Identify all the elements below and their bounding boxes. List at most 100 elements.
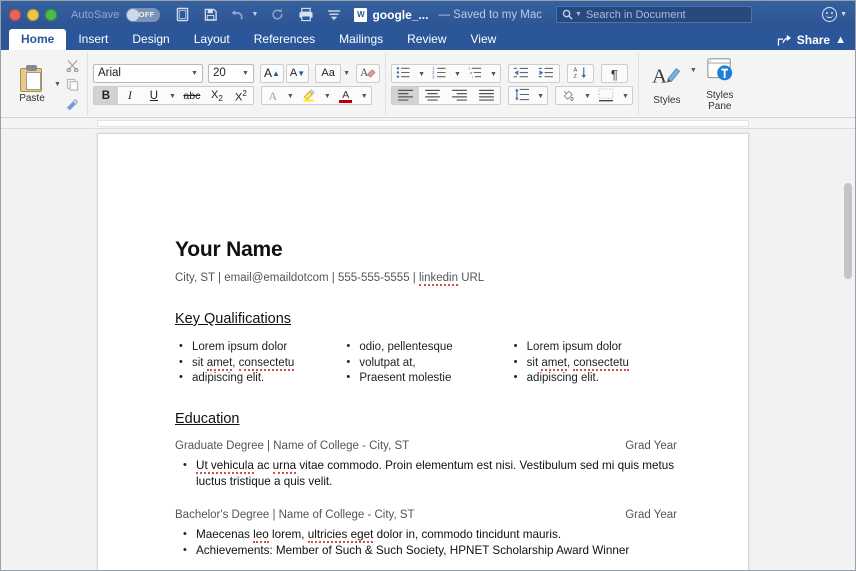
highlight-dropdown-button[interactable]: ▼ [321,87,334,104]
search-dropdown-icon[interactable]: ▼ [575,11,582,18]
paintbrush-icon[interactable] [63,95,82,112]
chevron-down-icon: ▼ [489,70,497,78]
tab-mailings[interactable]: Mailings [327,29,395,50]
share-button[interactable]: Share ▲ [777,33,855,50]
sort-button[interactable]: AZ [568,65,593,82]
autosave-control[interactable]: AutoSave OFF [71,7,160,22]
styles-pane-button[interactable]: Styles Pane [697,57,743,112]
text-style-buttons: B I U ▼ abc X2 X2 [92,85,254,105]
search-input[interactable]: ▼ Search in Document [556,6,753,23]
entry-title: Bachelor's Degree | Name of College - Ci… [175,508,415,521]
align-center-button[interactable] [419,87,446,104]
share-icon [777,34,791,46]
copy-icon[interactable] [63,76,82,93]
line-spacing-dropdown-button[interactable]: ▼ [534,87,547,104]
redo-icon[interactable] [269,6,286,23]
highlight-button[interactable] [297,87,321,104]
chevron-down-icon[interactable]: ▼ [840,11,847,18]
close-window-button[interactable] [9,8,21,21]
list-item: Lorem ipsum dolor [510,339,677,356]
maximize-window-button[interactable] [45,8,57,21]
justify-button[interactable] [473,87,500,104]
show-formatting-marks-button[interactable]: ¶ [602,65,627,82]
grow-font-button[interactable]: A ▲ [259,63,284,83]
font-color-dropdown-button[interactable]: ▼ [358,87,371,104]
text-effects-button[interactable]: A [262,87,284,104]
resume-content[interactable]: Your Name City, ST | email@emaildotcom |… [175,238,677,564]
styles-dropdown-icon[interactable]: ▼ [690,67,697,74]
tab-references[interactable]: References [242,29,327,50]
account-menu[interactable]: ▼ [822,7,847,22]
minimize-window-button[interactable] [27,8,39,21]
multilevel-list-dropdown-button[interactable]: ▼ [487,65,500,82]
strikethrough-button[interactable]: abc [179,87,205,104]
align-right-icon [451,89,468,104]
subscript-button[interactable]: X2 [205,87,229,104]
clear-formatting-button[interactable]: A [356,63,381,83]
undo-icon[interactable] [230,6,247,23]
align-right-button[interactable] [446,87,473,104]
tab-review[interactable]: Review [395,29,458,50]
shading-dropdown-button[interactable]: ▼ [581,87,594,104]
paste-dropdown-icon[interactable]: ▼ [54,81,61,88]
paste-button[interactable]: Paste [10,64,54,104]
tab-layout[interactable]: Layout [182,29,242,50]
chevron-down-icon[interactable]: ▼ [242,70,249,77]
change-case-label: Aa [321,67,335,79]
shading-button[interactable] [556,87,581,104]
contact-email: email@emaildotcom [224,272,329,284]
save-icon[interactable] [202,6,219,23]
tab-design[interactable]: Design [120,29,181,50]
underline-dropdown-button[interactable]: ▼ [166,87,179,104]
borders-button[interactable] [594,87,619,104]
decrease-indent-button[interactable] [509,65,534,82]
print-icon[interactable] [297,6,314,23]
change-case-button[interactable]: Aa [315,63,342,83]
increase-indent-button[interactable] [534,65,559,82]
window-controls[interactable] [9,8,57,21]
scrollbar-thumb[interactable] [844,183,852,279]
text-effects-dropdown-button[interactable]: ▼ [284,87,297,104]
vertical-scrollbar[interactable] [844,137,852,570]
multilevel-list-button[interactable]: 1ai [464,65,487,82]
shrink-font-button[interactable]: A ▼ [285,63,310,83]
bullet-list-button[interactable] [392,65,415,82]
styles-button[interactable]: A Styles [644,62,690,106]
undo-dropdown-icon[interactable]: ▼ [252,11,259,18]
ruler[interactable] [1,118,855,129]
svg-text:i: i [472,74,473,79]
font-color-button[interactable]: A [334,87,358,104]
line-spacing-button[interactable] [509,87,534,104]
ribbon-toolbar: Paste ▼ Arial ▼ 20 ▼ A ▲ A ▼ Aa ▼ A B I … [1,50,855,118]
font-name-select[interactable]: Arial ▼ [92,63,203,83]
superscript-button[interactable]: X2 [229,87,253,104]
tab-insert[interactable]: Insert [66,29,120,50]
font-row-1: Arial ▼ 20 ▼ A ▲ A ▼ Aa ▼ A [92,63,381,83]
numbered-list-button[interactable]: 123 [428,65,451,82]
customize-toolbar-icon[interactable] [325,6,342,23]
bullet-list-dropdown-button[interactable]: ▼ [415,65,428,82]
scissors-icon[interactable] [63,57,82,74]
align-left-button[interactable] [392,86,420,104]
change-case-dropdown-icon[interactable]: ▼ [343,70,350,77]
document-page[interactable]: Your Name City, ST | email@emaildotcom |… [97,133,749,570]
borders-dropdown-button[interactable]: ▼ [619,87,632,104]
font-size-select[interactable]: 20 ▼ [207,63,254,83]
chevron-up-icon[interactable]: ▲ [835,34,846,46]
tab-home[interactable]: Home [9,29,67,50]
ruler-track[interactable] [97,120,749,127]
chevron-down-icon: ▼ [537,92,545,100]
contact-phone: 555-555-5555 [337,272,410,284]
contact-sep: | [214,272,225,284]
contact-location: City, ST [175,272,215,284]
document-canvas[interactable]: Your Name City, ST | email@emaildotcom |… [1,129,855,570]
chevron-down-icon[interactable]: ▼ [191,70,198,77]
autosave-toggle[interactable]: OFF [125,7,160,22]
numbered-list-dropdown-button[interactable]: ▼ [451,65,464,82]
bold-button[interactable]: B [93,86,118,104]
new-document-icon[interactable] [174,6,191,23]
italic-button[interactable]: I [118,87,142,104]
autosave-toggle-state: OFF [138,10,155,19]
underline-button[interactable]: U [142,87,166,104]
tab-view[interactable]: View [459,29,509,50]
